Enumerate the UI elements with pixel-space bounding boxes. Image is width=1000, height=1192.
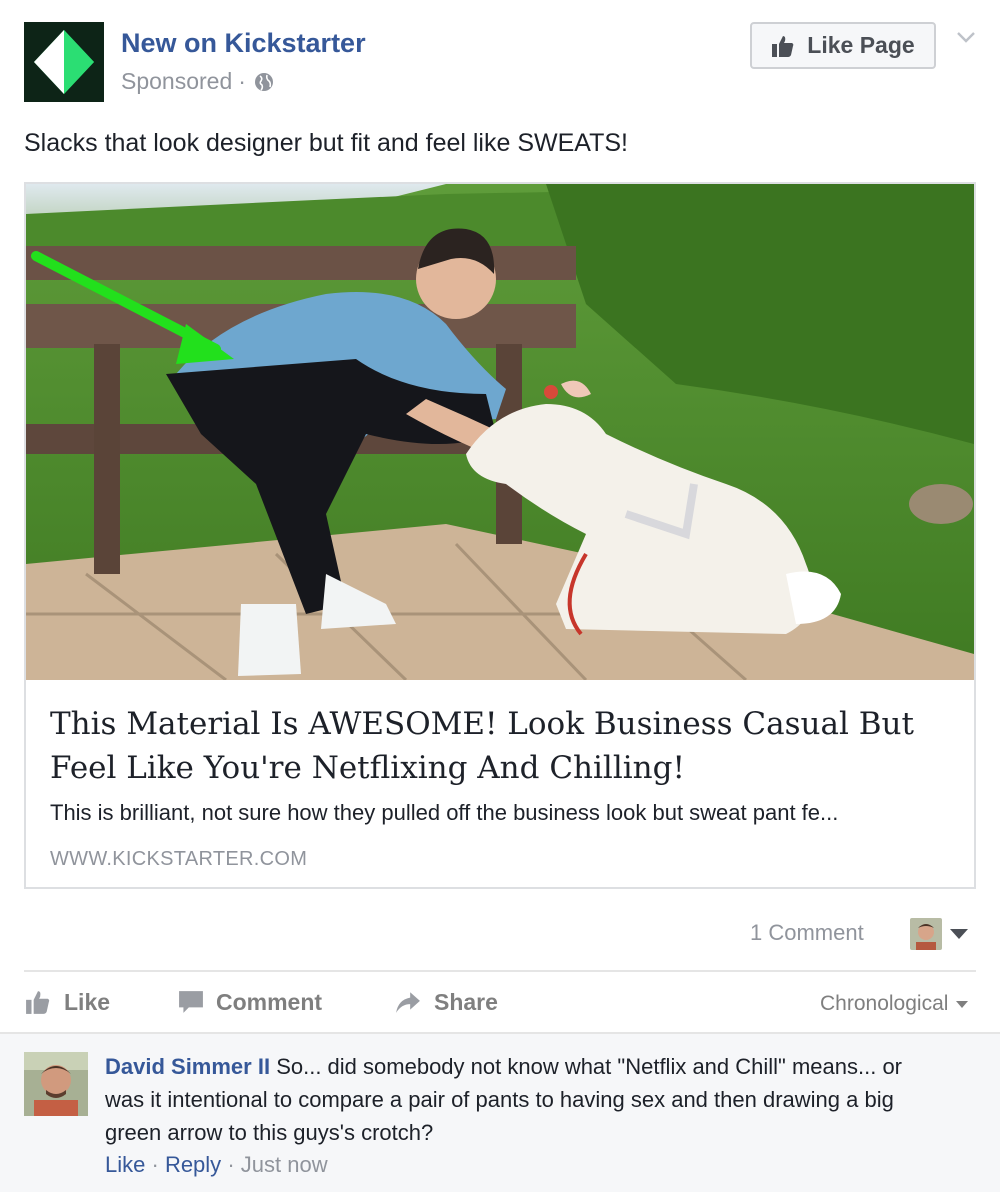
link-description: This is brilliant, not sure how they pul…	[50, 800, 839, 825]
comment-count-link[interactable]: 1 Comment	[750, 920, 864, 946]
share-arrow-icon	[396, 992, 420, 1013]
comment-reply-link[interactable]: Reply	[165, 1152, 221, 1177]
comment-sort-select[interactable]: Chronological	[820, 992, 969, 1016]
like-label: Like	[64, 988, 111, 1015]
user-photo-icon	[24, 1052, 88, 1116]
globe-icon[interactable]	[254, 72, 274, 92]
sponsored-row: Sponsored ·	[121, 68, 274, 95]
meta-separator: ·	[227, 1152, 235, 1177]
like-page-label: Like Page	[807, 32, 915, 58]
comment-text-block: David Simmer II So... did somebody not k…	[105, 1050, 925, 1149]
man-with-dog-photo	[26, 184, 974, 680]
kickstarter-logo-icon	[24, 22, 104, 102]
sort-label: Chronological	[820, 992, 949, 1015]
meta-separator: ·	[151, 1152, 159, 1177]
commenter-name-link[interactable]: David Simmer II	[105, 1054, 270, 1079]
share-button[interactable]: Share	[394, 984, 498, 1020]
separator-dot: ·	[238, 68, 246, 94]
speech-bubble-icon	[179, 991, 203, 1013]
comment-meta: Like · Reply · Just now	[105, 1152, 328, 1178]
link-preview-card[interactable]: This Material Is AWESOME! Look Business …	[24, 182, 976, 889]
thumbs-up-icon	[26, 991, 50, 1014]
user-photo-icon	[910, 918, 942, 950]
chevron-down-icon[interactable]	[956, 30, 976, 44]
comment-like-link[interactable]: Like	[105, 1152, 145, 1177]
commenter-avatar[interactable]	[24, 1052, 88, 1116]
comment-timestamp[interactable]: Just now	[241, 1152, 328, 1177]
page-avatar[interactable]	[24, 22, 104, 102]
link-title[interactable]: This Material Is AWESOME! Look Business …	[50, 702, 960, 790]
sponsored-label[interactable]: Sponsored	[121, 68, 232, 95]
caret-down-icon	[956, 1000, 969, 1008]
comment-button[interactable]: Comment	[178, 984, 322, 1020]
page-name-link[interactable]: New on Kickstarter	[121, 28, 366, 59]
caret-down-icon[interactable]	[950, 929, 968, 939]
viewer-avatar[interactable]	[910, 918, 942, 950]
comment-label: Comment	[216, 988, 323, 1015]
comments-section: David Simmer II So... did somebody not k…	[0, 1032, 1000, 1192]
action-bar: Like Comment Share Chronological	[24, 984, 976, 1024]
link-domain: WWW.KICKSTARTER.COM	[50, 848, 308, 870]
post-text: Slacks that look designer but fit and fe…	[24, 129, 628, 157]
post-header: New on Kickstarter Sponsored · Like Page	[24, 22, 976, 104]
link-preview-image[interactable]	[26, 184, 974, 680]
thumbs-up-icon	[772, 35, 794, 57]
like-page-button[interactable]: Like Page	[750, 22, 936, 69]
divider	[24, 970, 976, 972]
like-button[interactable]: Like	[24, 984, 110, 1020]
share-label: Share	[434, 988, 498, 1015]
